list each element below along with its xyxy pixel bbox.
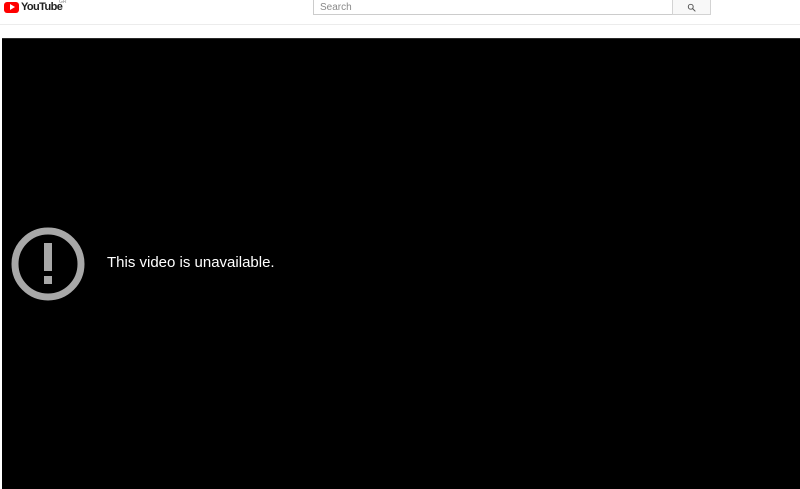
logo-text: YouTube [21, 1, 63, 13]
video-player[interactable]: This video is unavailable. [2, 38, 800, 489]
masthead: YouTube GR [0, 0, 800, 25]
logo-region-code: GR [59, 0, 67, 5]
youtube-play-icon [4, 1, 19, 13]
youtube-logo[interactable]: YouTube GR [4, 0, 67, 14]
search-button[interactable] [672, 0, 711, 15]
error-message: This video is unavailable. [107, 254, 275, 271]
search-bar [313, 0, 711, 15]
search-input[interactable] [313, 0, 672, 15]
error-exclamation-icon [11, 227, 85, 301]
search-icon [687, 3, 696, 12]
